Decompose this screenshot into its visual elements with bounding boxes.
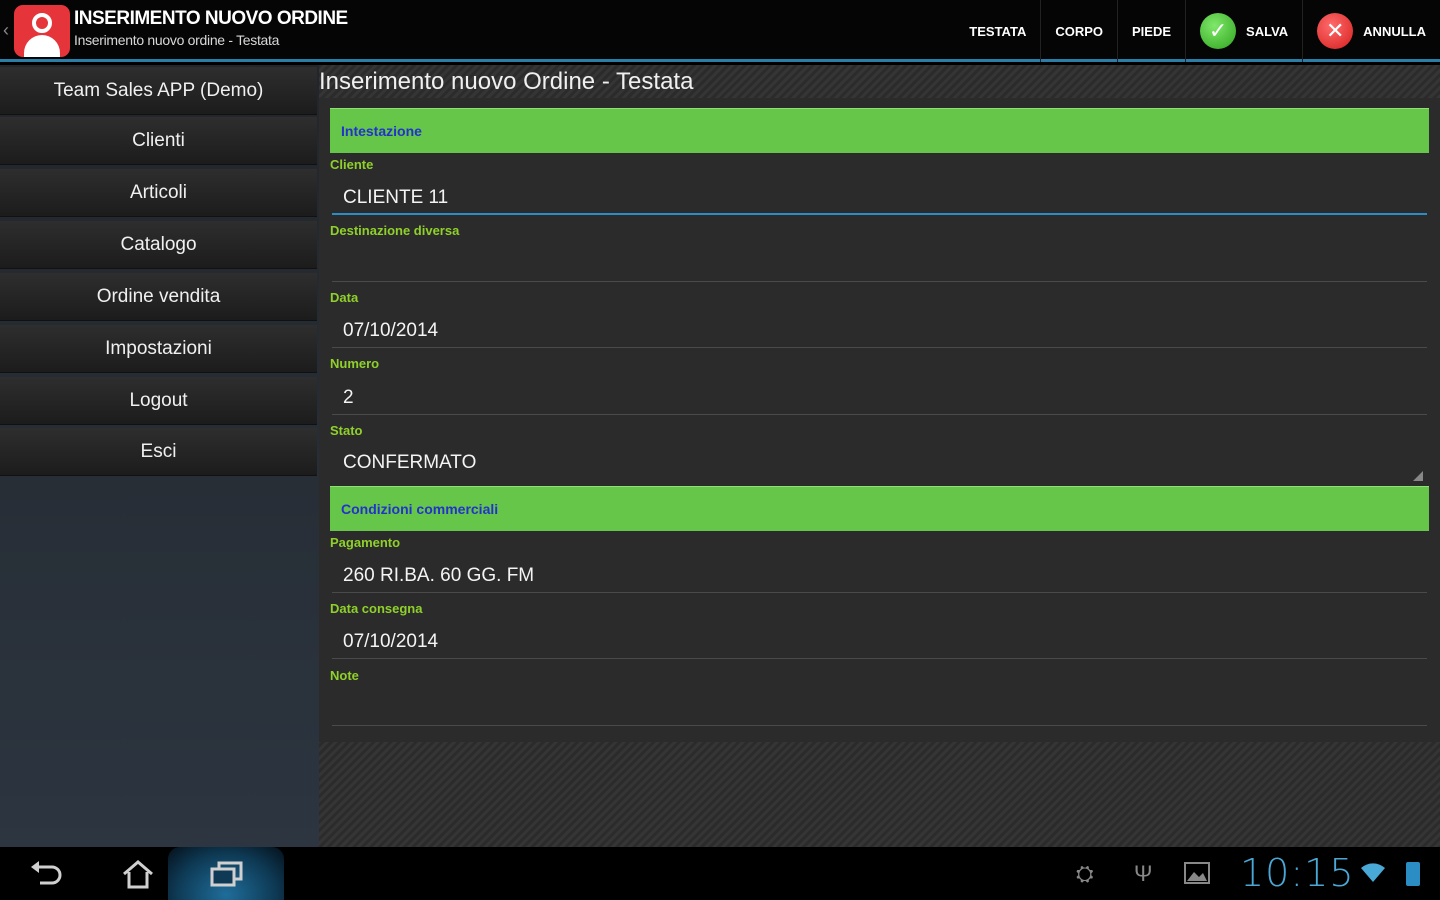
numero-underline	[332, 414, 1427, 415]
usb-icon: Ψ	[1134, 861, 1153, 886]
salva-label: SALVA	[1246, 23, 1289, 39]
corpo-label: CORPO	[1055, 23, 1104, 39]
sidebar: Team Sales APP (Demo) Clienti Articoli C…	[0, 65, 319, 847]
cliente-label: Cliente	[330, 157, 374, 172]
app-subtitle: Inserimento nuovo ordine - Testata	[74, 32, 280, 48]
action-buttons: TESTATA CORPO PIEDE ✓ SALVA ✕ ANNULLA	[955, 0, 1440, 62]
piede-label: PIEDE	[1132, 23, 1172, 39]
up-caret-icon[interactable]: ‹	[3, 20, 9, 41]
checkmark-icon: ✓	[1200, 13, 1237, 49]
app-logo-icon[interactable]	[14, 5, 70, 57]
data-underline	[332, 347, 1427, 348]
back-icon[interactable]	[20, 847, 72, 900]
home-icon[interactable]	[112, 847, 164, 900]
battery-icon	[1406, 862, 1420, 886]
sidebar-item-impostazioni[interactable]: Impostazioni	[0, 325, 317, 373]
pagamento-underline	[332, 592, 1427, 593]
data-label: Data	[330, 290, 359, 305]
testata-label: TESTATA	[969, 23, 1027, 39]
sidebar-item-logout[interactable]: Logout	[0, 377, 317, 425]
app-title: INSERIMENTO NUOVO ORDINE	[74, 8, 348, 29]
close-icon: ✕	[1317, 13, 1354, 49]
data-field[interactable]: 07/10/2014	[343, 320, 438, 342]
annulla-button[interactable]: ✕ ANNULLA	[1302, 0, 1440, 62]
sidebar-item-app-name[interactable]: Team Sales APP (Demo)	[0, 67, 317, 115]
sidebar-item-catalogo[interactable]: Catalogo	[0, 221, 317, 269]
section-header-condizioni: Condizioni commerciali	[330, 486, 1429, 531]
wifi-icon	[1360, 863, 1386, 889]
sidebar-item-ordine-vendita[interactable]: Ordine vendita	[0, 273, 317, 321]
order-form: Intestazione Cliente CLIENTE 11 Destinaz…	[319, 98, 1440, 742]
page-title: Inserimento nuovo Ordine - Testata	[319, 68, 694, 95]
numero-field[interactable]: 2	[343, 387, 354, 409]
numero-label: Numero	[330, 356, 380, 371]
corpo-button[interactable]: CORPO	[1040, 0, 1117, 62]
action-bar: ‹ INSERIMENTO NUOVO ORDINE Inserimento n…	[0, 0, 1440, 62]
annulla-label: ANNULLA	[1363, 23, 1426, 39]
note-label: Note	[330, 668, 359, 683]
gallery-icon	[1184, 861, 1210, 891]
clock[interactable]: 10:15	[1240, 851, 1355, 895]
sidebar-item-articoli[interactable]: Articoli	[0, 169, 317, 217]
cliente-field[interactable]: CLIENTE 11	[343, 187, 448, 209]
stato-label: Stato	[330, 423, 363, 438]
data-consegna-label: Data consegna	[330, 601, 423, 616]
spinner-arrow-icon[interactable]	[1413, 471, 1423, 481]
pagamento-label: Pagamento	[330, 535, 401, 550]
destinazione-underline	[332, 281, 1427, 282]
cliente-underline	[332, 213, 1427, 215]
data-consegna-field[interactable]: 07/10/2014	[343, 631, 438, 653]
sidebar-item-clienti[interactable]: Clienti	[0, 117, 317, 165]
salva-button[interactable]: ✓ SALVA	[1185, 0, 1302, 62]
piede-button[interactable]: PIEDE	[1117, 0, 1185, 62]
stato-select[interactable]: CONFERMATO	[343, 452, 476, 474]
note-underline	[332, 725, 1427, 726]
testata-button[interactable]: TESTATA	[955, 0, 1040, 62]
main-content: Inserimento nuovo Ordine - Testata Intes…	[319, 65, 1440, 847]
pagamento-field[interactable]: 260 RI.BA. 60 GG. FM	[343, 565, 534, 587]
sidebar-item-esci[interactable]: Esci	[0, 428, 317, 476]
destinazione-label: Destinazione diversa	[330, 223, 460, 238]
system-bar: ⛭ Ψ 10:15	[0, 847, 1440, 900]
recent-apps-icon[interactable]	[200, 847, 252, 900]
data-consegna-underline	[332, 658, 1427, 659]
notification-icon[interactable]: ⛭	[1076, 861, 1094, 887]
section-header-intestazione: Intestazione	[330, 108, 1429, 153]
